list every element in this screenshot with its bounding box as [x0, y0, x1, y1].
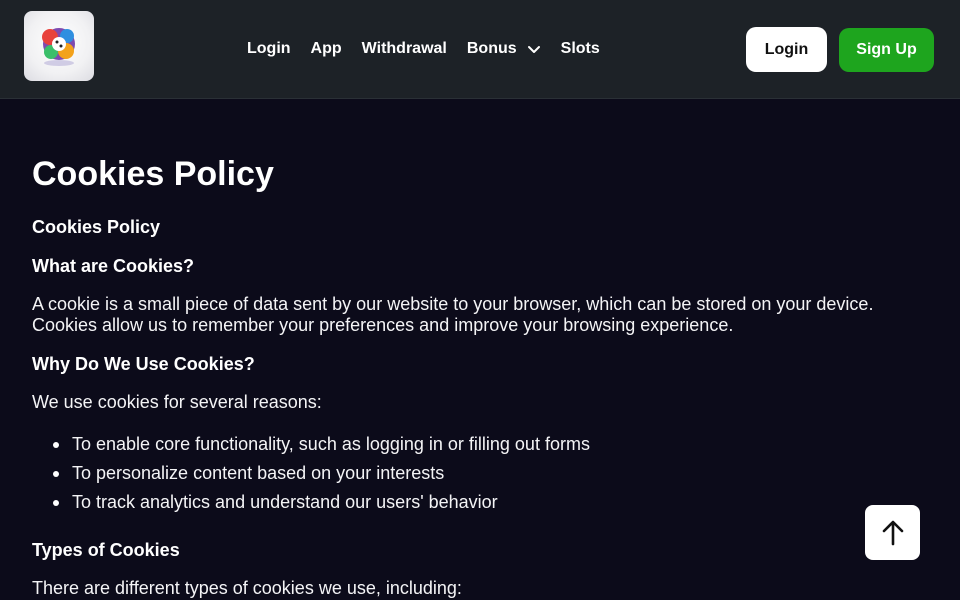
- login-button[interactable]: Login: [746, 27, 827, 72]
- list-item: To enable core functionality, such as lo…: [32, 430, 912, 459]
- reasons-list: To enable core functionality, such as lo…: [32, 430, 912, 517]
- list-item: To track analytics and understand our us…: [32, 488, 912, 517]
- arrow-up-icon: [882, 520, 903, 545]
- why-use-cookies-heading: Why Do We Use Cookies?: [32, 354, 255, 374]
- nav-bonus-label: Bonus: [466, 40, 517, 57]
- dice-logo-icon: [42, 28, 75, 66]
- what-are-cookies-heading: What are Cookies?: [32, 256, 195, 276]
- section-subtitle: Cookies Policy: [32, 217, 161, 237]
- types-of-cookies-heading: Types of Cookies: [32, 540, 180, 560]
- page-title: Cookies Policy: [32, 155, 274, 193]
- nav-app[interactable]: App: [311, 40, 342, 58]
- nav-slots[interactable]: Slots: [561, 40, 600, 58]
- nav-login[interactable]: Login: [247, 40, 291, 58]
- site-header: Login App Withdrawal Bonus Slots Login S…: [0, 0, 960, 99]
- main-nav: Login App Withdrawal Bonus Slots: [247, 38, 600, 60]
- nav-bonus[interactable]: Bonus: [467, 40, 541, 58]
- chevron-down-icon[interactable]: [527, 42, 541, 56]
- nav-withdrawal[interactable]: Withdrawal: [362, 40, 447, 58]
- logo[interactable]: [24, 11, 94, 81]
- why-use-cookies-text: We use cookies for several reasons:: [32, 392, 322, 412]
- types-of-cookies-text: There are different types of cookies we …: [32, 578, 462, 598]
- what-are-cookies-text: A cookie is a small piece of data sent b…: [32, 294, 874, 335]
- list-item: To personalize content based on your int…: [32, 459, 912, 488]
- scroll-to-top-button[interactable]: [865, 505, 920, 560]
- content: Cookies Policy Cookies Policy What are C…: [32, 150, 912, 600]
- signup-button[interactable]: Sign Up: [839, 28, 934, 72]
